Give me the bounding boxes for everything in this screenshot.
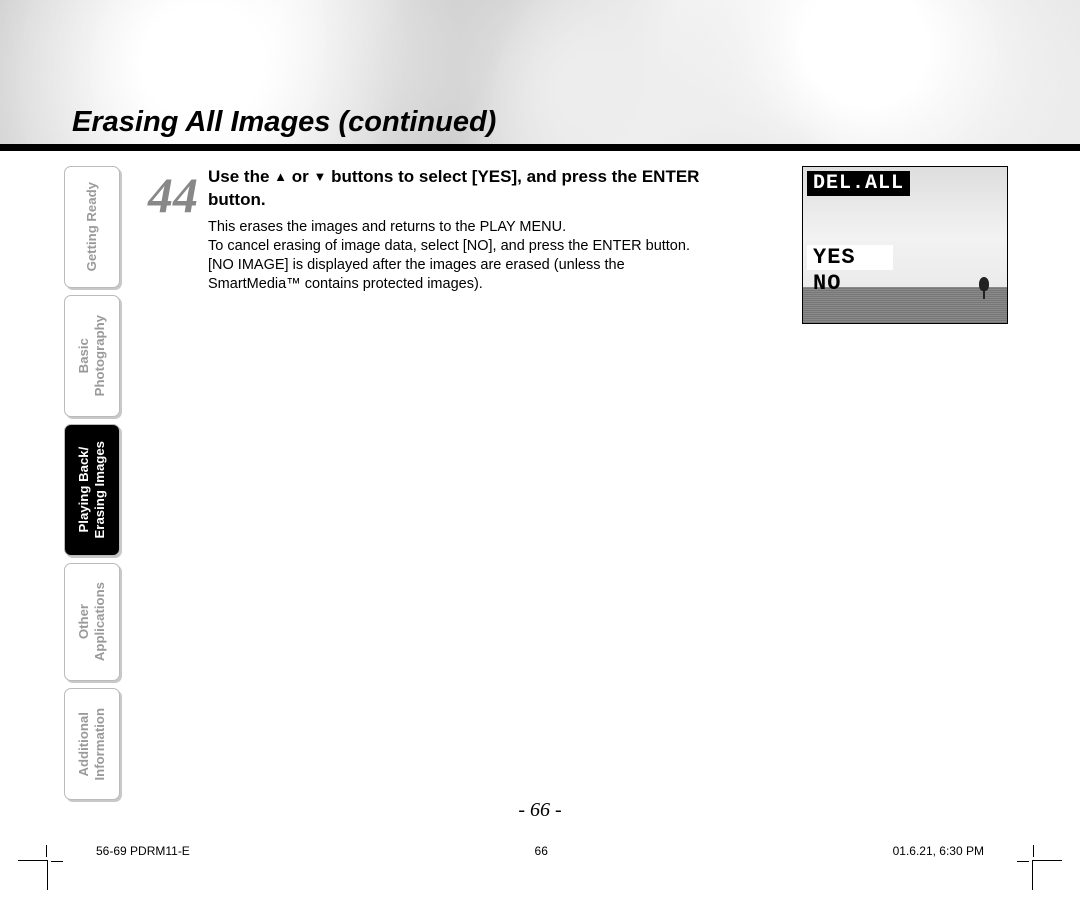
section-tab-label: Additional Information <box>76 697 108 792</box>
section-tab-2[interactable]: Playing Back/ Erasing Images <box>64 424 120 556</box>
lcd-option-no: NO <box>807 271 847 296</box>
footer-doc-id: 56-69 PDRM11-E <box>96 844 190 858</box>
section-tab-4[interactable]: Additional Information <box>64 688 120 800</box>
page-number: - 66 - <box>0 799 1080 822</box>
step-desc-2: To cancel erasing of image data, select … <box>208 237 718 256</box>
title-rule <box>0 144 1080 151</box>
section-tab-1[interactable]: Basic Photography <box>64 295 120 417</box>
section-tab-label: Getting Ready <box>84 171 100 282</box>
section-tab-label: Other Applications <box>76 571 108 672</box>
section-tab-3[interactable]: Other Applications <box>64 563 120 681</box>
section-tab-0[interactable]: Getting Ready <box>64 166 120 288</box>
step-number: 4 4 <box>148 166 198 218</box>
crop-mark-br <box>1032 860 1062 890</box>
footer: 56-69 PDRM11-E 66 01.6.21, 6:30 PM <box>96 844 984 858</box>
up-triangle-icon: ▲ <box>274 169 287 184</box>
section-tab-label: Playing Back/ Erasing Images <box>76 430 108 549</box>
lcd-tree-trunk <box>983 289 985 299</box>
section-tabs: Getting Ready Basic Photography Playing Ba… <box>64 166 122 800</box>
lcd-option-yes: YES <box>807 245 893 270</box>
section-tab-label: Basic Photography <box>76 304 108 407</box>
page-title: Erasing All Images (continued) <box>72 106 496 139</box>
lcd-title: DEL.ALL <box>807 171 910 196</box>
content-area: 4 4 Use the ▲ or ▼ buttons to select [YE… <box>148 166 1008 294</box>
footer-page: 66 <box>535 844 548 858</box>
footer-timestamp: 01.6.21, 6:30 PM <box>893 844 984 858</box>
step-desc-3: [NO IMAGE] is displayed after the images… <box>208 256 718 294</box>
step-desc-1: This erases the images and returns to th… <box>208 218 718 237</box>
step-instruction: Use the ▲ or ▼ buttons to select [YES], … <box>208 166 728 212</box>
down-triangle-icon: ▼ <box>313 169 326 184</box>
crop-mark-bl <box>18 860 48 890</box>
lcd-preview: DEL.ALL YES NO <box>802 166 1008 324</box>
